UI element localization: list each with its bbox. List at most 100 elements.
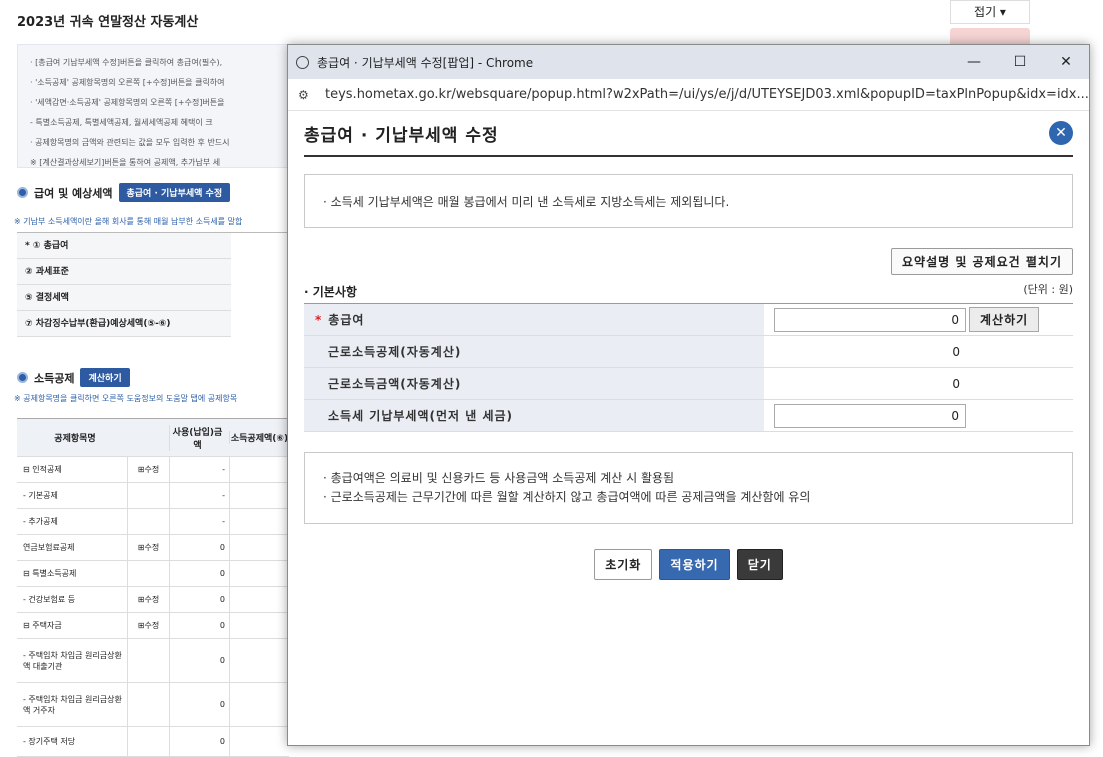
notice-line: ※ [계산결과상세보기]버튼을 통하여 공제액, 추가납부 세 (30, 158, 221, 167)
site-info-icon[interactable]: ⚙ (298, 88, 316, 102)
reset-button[interactable]: 초기화 (594, 549, 653, 580)
edit-link[interactable]: ⊞수정 (127, 587, 169, 612)
deduction-item-name[interactable]: - 주택임차 차입금 원리금상환액 대출기관 (17, 639, 127, 682)
apply-button[interactable]: 적용하기 (659, 549, 730, 580)
table-row: - 주택임차 차입금 원리금상환액 대출기관 0 (17, 639, 289, 683)
popup-window: 총급여 · 기납부세액 수정[팝업] - Chrome — ☐ ✕ ⚙ teys… (287, 44, 1090, 746)
notice-line: · '소득공제' 공제항목명의 오른쪽 [+수정]버튼을 클릭하여 (30, 78, 225, 87)
table-row: - 추가공제 - (17, 509, 289, 535)
field-label: 근로소득금액(자동계산) (304, 367, 764, 400)
column-header: 사용(납입)금액 (169, 424, 229, 451)
amount-cell: - (169, 483, 229, 508)
summary-table: * ① 총급여 ② 과세표준 ⑤ 결정세액 ⑦ 차감징수납부(환급)예상세액(⑤… (17, 232, 289, 337)
notice-line: · 공제항목명의 금액와 관련되는 값을 모두 입력한 후 반드시 (30, 138, 230, 147)
info-text: · 총급여액은 의료비 및 신용카드 등 사용금액 소득공제 계산 시 활용됨 (323, 471, 675, 485)
section-title: 급여 및 예상세액 (34, 186, 113, 200)
edit-link (127, 639, 169, 682)
amount-cell: 0 (169, 613, 229, 638)
fold-button[interactable]: 접기 ▾ (950, 0, 1030, 24)
close-button[interactable]: 닫기 (736, 549, 783, 580)
table-row: ⊟ 주택자금 ⊞수정 0 (17, 613, 289, 639)
address-bar[interactable]: ⚙ teys.hometax.go.kr/websquare/popup.htm… (288, 79, 1089, 111)
column-header: 소득공제액(⑥) (229, 431, 289, 444)
table-row: 연금보험료공제 ⊞수정 0 (17, 535, 289, 561)
column-header: 공제항목명 (54, 434, 96, 444)
calculate-gross-button[interactable]: 계산하기 (969, 307, 1040, 332)
minimize-button[interactable]: — (951, 54, 997, 70)
deduction-item-name[interactable]: - 주택임차 차입금 원리금상환액 거주자 (17, 683, 127, 726)
deduction-cell (229, 535, 289, 560)
deduction-cell (229, 457, 289, 482)
prepaid-tax-input[interactable]: 0 (774, 403, 966, 428)
deduction-item-name[interactable]: 연금보험료공제 (17, 535, 127, 560)
required-marker: * (315, 313, 323, 327)
deduction-cell (229, 509, 289, 534)
amount-cell: 0 (169, 639, 229, 682)
maximize-button[interactable]: ☐ (997, 54, 1043, 70)
deduction-item-name[interactable]: - 추가공제 (17, 509, 127, 534)
unit-label: (단위 : 원) (1023, 283, 1073, 296)
table-row: ⊟ 특별소득공제 0 (17, 561, 289, 587)
summary-row: ⑤ 결정세액 (17, 285, 231, 311)
notice-line: · [총급여 기납부세액 수정]버튼을 클릭하여 총급여(필수), (30, 58, 223, 67)
deduction-table: 공제항목명 사용(납입)금액 소득공제액(⑥) ⊟ 인적공제 ⊞수정 - - 기본공… (17, 418, 289, 757)
edit-link[interactable]: ⊞수정 (127, 613, 169, 638)
amount-cell: - (169, 457, 229, 482)
close-icon[interactable]: ✕ (1049, 121, 1073, 145)
deduction-cell (229, 639, 289, 682)
table-header-row: 공제항목명 사용(납입)금액 소득공제액(⑥) (17, 419, 289, 457)
page-title: 2023년 귀속 연말정산 자동계산 (17, 15, 199, 30)
info-text: · 소득세 기납부세액은 매월 봉급에서 미리 낸 소득세로 지방소득세는 제외… (323, 194, 730, 209)
edit-link[interactable]: ⊞수정 (127, 457, 169, 482)
deduction-cell (229, 727, 289, 756)
section-title: 소득공제 (34, 371, 75, 385)
earned-income-value: 0 (952, 376, 960, 391)
edit-link (127, 727, 169, 756)
form-row-gross: * 총급여 0 계산하기 (304, 303, 1073, 336)
edit-link (127, 683, 169, 726)
section-hint: ※ 기납부 소득세액이란 올해 회사를 통해 매월 납부한 소득세를 말합 (14, 217, 243, 226)
earned-deduction-value: 0 (952, 344, 960, 359)
deduction-cell (229, 613, 289, 638)
amount-cell: - (169, 509, 229, 534)
deduction-item-name[interactable]: - 기본공제 (17, 483, 127, 508)
section-label: · 기본사항 (304, 285, 357, 299)
globe-icon (296, 55, 309, 69)
notice-line: - 특별소득공제, 특별세액공제, 월세세액공제 혜택이 크 (30, 118, 213, 127)
edit-link[interactable]: ⊞수정 (127, 535, 169, 560)
deduction-item-name[interactable]: ⊟ 특별소득공제 (17, 561, 127, 586)
deduction-item-name[interactable]: - 건강보험료 등 (17, 587, 127, 612)
table-row: - 주택임차 차입금 원리금상환액 거주자 0 (17, 683, 289, 727)
summary-row: ⑦ 차감징수납부(환급)예상세액(⑤-⑥) (17, 311, 231, 337)
url-text[interactable]: teys.hometax.go.kr/websquare/popup.html?… (325, 87, 1089, 102)
notice-line: · '세액감면·소득공제' 공제항목명의 오른쪽 [+수정]버튼을 (30, 98, 225, 107)
table-row: ⊟ 인적공제 ⊞수정 - (17, 457, 289, 483)
edit-gross-salary-button[interactable]: 총급여 · 기납부세액 수정 (118, 183, 231, 202)
field-label: 소득세 기납부세액(먼저 낸 세금) (304, 399, 764, 432)
gross-salary-input[interactable]: 0 (774, 307, 966, 332)
notice-box: · [총급여 기납부세액 수정]버튼을 클릭하여 총급여(필수), · '소득공… (17, 44, 317, 168)
info-box-top: · 소득세 기납부세액은 매월 봉급에서 미리 낸 소득세로 지방소득세는 제외… (304, 174, 1073, 228)
summary-row: ② 과세표준 (17, 259, 231, 285)
calculate-button[interactable]: 계산하기 (80, 368, 130, 387)
deduction-item-name[interactable]: - 장기주택 저당 (17, 727, 127, 756)
section-salary: 급여 및 예상세액 총급여 · 기납부세액 수정 (17, 183, 231, 202)
table-row: - 장기주택 저당 0 (17, 727, 289, 757)
amount-cell: 0 (169, 535, 229, 560)
deduction-item-name[interactable]: ⊟ 주택자금 (17, 613, 127, 638)
window-close-button[interactable]: ✕ (1043, 54, 1089, 70)
section-bullet-icon (17, 372, 28, 383)
deduction-cell (229, 483, 289, 508)
summary-row: * ① 총급여 (17, 233, 231, 259)
section-hint: ※ 공제항목명을 클릭하면 오른쪽 도움정보의 도움말 탭에 공제항목 (14, 394, 238, 403)
deduction-item-name[interactable]: ⊟ 인적공제 (17, 457, 127, 482)
amount-cell: 0 (169, 561, 229, 586)
table-row: - 건강보험료 등 ⊞수정 0 (17, 587, 289, 613)
popup-heading: 총급여 · 기납부세액 수정 (304, 125, 499, 146)
window-titlebar: 총급여 · 기납부세액 수정[팝업] - Chrome — ☐ ✕ (288, 45, 1089, 79)
table-row: - 기본공제 - (17, 483, 289, 509)
section-income-deduction: 소득공제 계산하기 (17, 368, 130, 387)
deduction-cell (229, 561, 289, 586)
expand-summary-button[interactable]: 요약설명 및 공제요건 펼치기 (890, 248, 1073, 275)
amount-cell: 0 (169, 587, 229, 612)
